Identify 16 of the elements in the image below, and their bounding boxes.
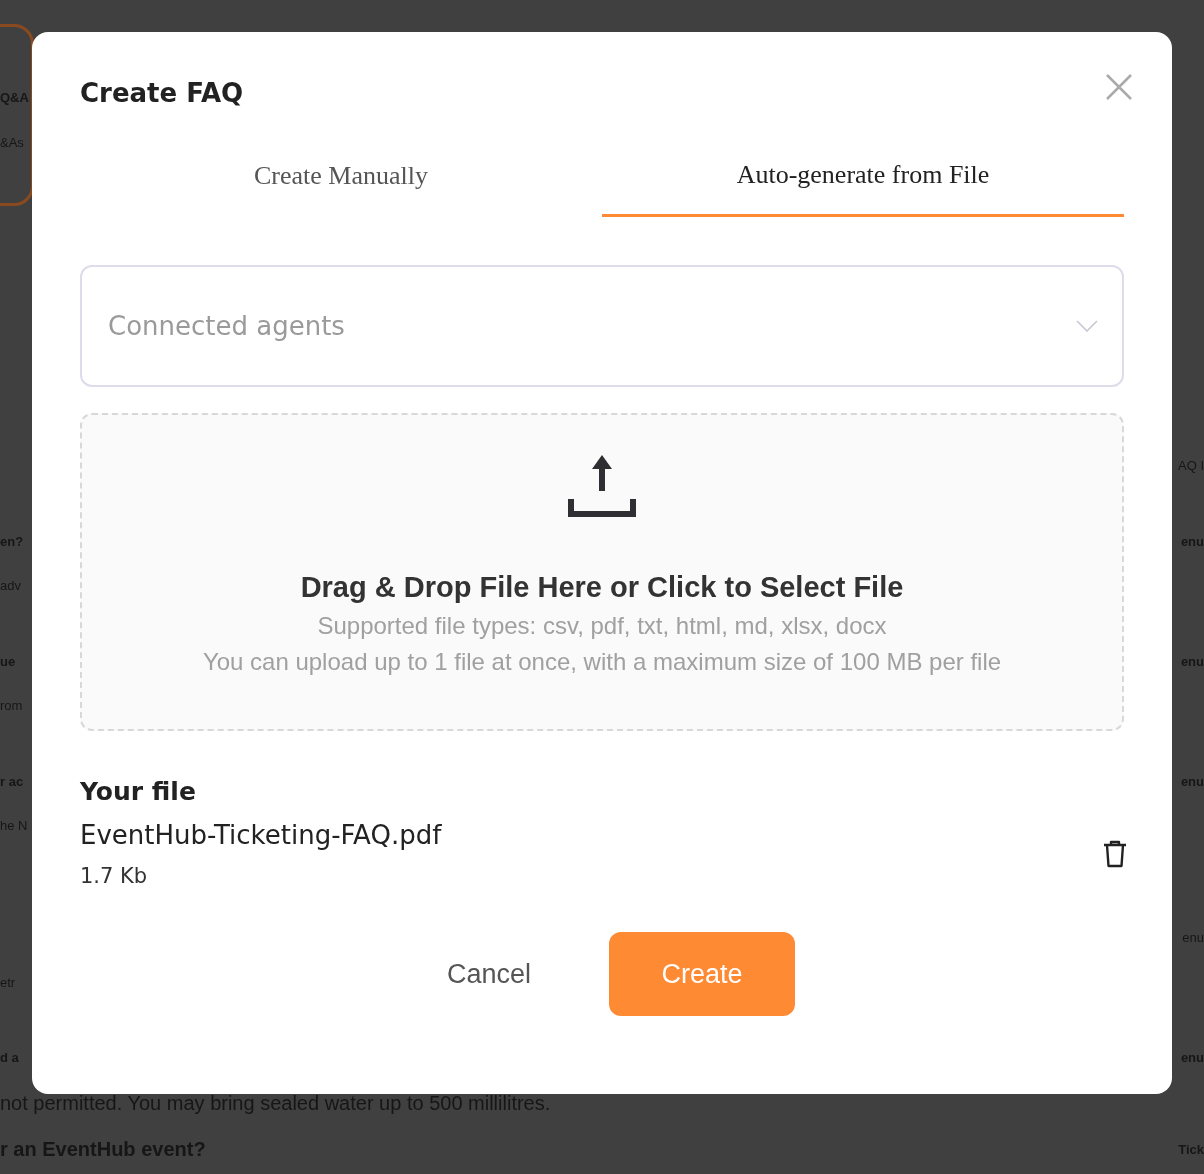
tab[interactable]: Auto-generate from File — [602, 160, 1124, 217]
dropzone-title: Drag & Drop File Here or Click to Select File — [300, 571, 904, 604]
delete-button[interactable] — [1102, 840, 1128, 868]
section-heading: Your file — [80, 777, 197, 806]
close-icon — [1104, 72, 1134, 102]
chevron-down-icon — [1076, 320, 1098, 332]
trash-icon — [1102, 840, 1128, 868]
upload-icon — [568, 455, 636, 519]
dropzone-hint: You can upload up to 1 file at once, with a maximum size of 100 MB per file — [202, 648, 1002, 676]
file-size: 1.7 Kb — [80, 864, 149, 888]
file-dropzone[interactable]: Drag & Drop File Here or Click to Select File Supported file types: csv, pdf, txt, html, md, xlsx, docx You can upload up to 1 file at once, with a maximum size of 100 MB per file — [80, 413, 1124, 731]
dropzone-hint: Supported file types: csv, pdf, txt, html, md, xlsx, docx — [317, 612, 887, 640]
file-name: EventHub-Ticketing-FAQ.pdf — [80, 820, 442, 850]
tab[interactable]: Create Manually — [80, 160, 602, 217]
dialog-title: Create FAQ — [80, 78, 244, 108]
cancel-button[interactable]: Cancel — [409, 932, 569, 1016]
